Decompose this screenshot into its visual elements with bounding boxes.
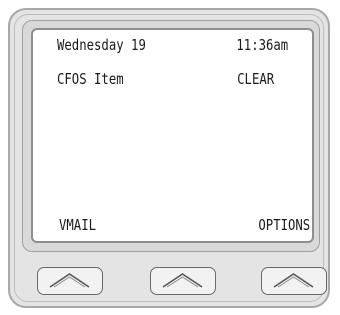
time-label: 11:36am — [236, 36, 288, 54]
chevron-up-icon — [273, 273, 314, 288]
lcd-display: Wednesday 19 11:36am CFOS Item CLEAR VMA… — [31, 28, 314, 243]
softkey-label-vmail: VMAIL — [59, 216, 97, 234]
cfos-item-label: CFOS Item — [57, 70, 124, 88]
softkey-label-options: OPTIONS — [258, 216, 310, 234]
date-label: Wednesday 19 — [57, 36, 146, 54]
clear-option: CLEAR — [236, 70, 274, 88]
chevron-up-icon — [162, 273, 203, 288]
softkey-left-button[interactable] — [37, 267, 103, 295]
softkey-right-button[interactable] — [261, 267, 327, 295]
chevron-up-icon — [49, 273, 90, 288]
softkey-middle-button[interactable] — [150, 267, 216, 295]
